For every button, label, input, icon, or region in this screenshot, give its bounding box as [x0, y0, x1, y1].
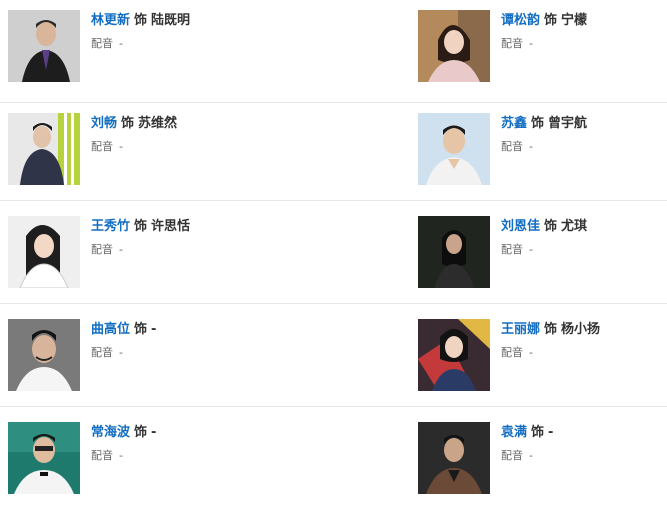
cast-info: 刘恩佳饰尤琪 配音 - [501, 218, 587, 258]
as-label: 饰 [531, 116, 545, 131]
as-label: 饰 [134, 425, 148, 440]
cast-card: 谭松韵饰宁檬 配音 - [418, 10, 667, 82]
cast-info: 王秀竹饰许思恬 配音 - [91, 218, 190, 258]
actor-name-link[interactable]: 王丽娜 [501, 322, 540, 337]
dub-value: - [119, 243, 123, 256]
cast-card: 刘恩佳饰尤琪 配音 - [418, 216, 667, 288]
dub-value: - [119, 37, 123, 50]
actor-photo[interactable] [8, 10, 80, 82]
role-name: 苏维然 [138, 116, 178, 131]
cast-info: 苏鑫饰曾宇航 配音 - [501, 115, 587, 155]
cast-info: 袁满饰 - 配音 - [501, 424, 553, 464]
actor-photo[interactable] [8, 422, 80, 494]
actor-photo[interactable] [8, 216, 80, 288]
dub-label: 配音 [91, 37, 113, 50]
cast-card: 曲高位饰 - 配音 - [8, 319, 308, 391]
as-label: 饰 [544, 322, 558, 337]
role-name: 许思恬 [151, 219, 191, 234]
dub-label: 配音 [501, 243, 523, 256]
actor-photo[interactable] [418, 10, 490, 82]
as-label: 饰 [121, 116, 135, 131]
actor-name-link[interactable]: 曲高位 [91, 322, 130, 337]
cast-card: 林更新饰陆既明 配音 - [8, 10, 308, 82]
dub-label: 配音 [91, 140, 113, 153]
actor-name-link[interactable]: 刘畅 [91, 116, 117, 131]
dub-label: 配音 [91, 243, 113, 256]
cast-card: 常海波饰 - 配音 - [8, 422, 308, 494]
cast-list: 林更新饰陆既明 配音 - 谭松韵饰宁檬 配音 - 刘畅 饰 苏维然 配音 - 苏… [0, 0, 667, 506]
actor-name-link[interactable]: 王秀竹 [91, 219, 130, 234]
role-name: - [151, 425, 157, 440]
cast-row: 曲高位饰 - 配音 - 王丽娜饰杨小扬 配音 - [0, 304, 667, 407]
actor-name-link[interactable]: 苏鑫 [501, 116, 527, 131]
cast-card: 苏鑫饰曾宇航 配音 - [418, 113, 667, 185]
as-label: 饰 [134, 13, 148, 28]
cast-row: 王秀竹饰许思恬 配音 - 刘恩佳饰尤琪 配音 - [0, 201, 667, 304]
dub-value: - [529, 37, 533, 50]
actor-photo[interactable] [418, 216, 490, 288]
actor-photo[interactable] [418, 113, 490, 185]
cast-info: 刘畅饰苏维然 配音 - [91, 115, 177, 155]
actor-name-link[interactable]: 林更新 [91, 13, 130, 28]
dub-label: 配音 [501, 37, 523, 50]
dub-value: - [119, 449, 123, 462]
cast-row: 常海波饰 - 配音 - 袁满饰 - 配音 - [0, 407, 667, 506]
as-label: 饰 [531, 425, 545, 440]
role-name: 陆既明 [151, 13, 191, 28]
actor-name-link[interactable]: 袁满 [501, 425, 527, 440]
actor-photo[interactable] [8, 113, 80, 185]
cast-info: 谭松韵饰宁檬 配音 - [501, 12, 587, 52]
cast-row: 林更新饰陆既明 配音 - 谭松韵饰宁檬 配音 - [0, 0, 667, 103]
dub-label: 配音 [91, 346, 113, 359]
dub-value: - [119, 140, 123, 153]
dub-value: - [119, 346, 123, 359]
dub-label: 配音 [501, 449, 523, 462]
dub-label: 配音 [91, 449, 113, 462]
role-name: - [151, 322, 157, 337]
dub-label: 配音 [501, 140, 523, 153]
role-name: 曾宇航 [548, 116, 588, 131]
dub-label: 配音 [501, 346, 523, 359]
actor-photo[interactable] [418, 422, 490, 494]
dub-value: - [529, 140, 533, 153]
cast-card: 刘畅饰苏维然 配音 - [8, 113, 308, 185]
role-name: - [548, 425, 554, 440]
as-label: 饰 [134, 219, 148, 234]
actor-name-link[interactable]: 常海波 [91, 425, 130, 440]
cast-info: 林更新饰陆既明 配音 - [91, 12, 190, 52]
cast-info: 常海波饰 - 配音 - [91, 424, 156, 464]
cast-info: 王丽娜饰杨小扬 配音 - [501, 321, 600, 361]
cast-card: 袁满饰 - 配音 - [418, 422, 667, 494]
cast-card: 王秀竹饰许思恬 配音 - [8, 216, 308, 288]
dub-value: - [529, 346, 533, 359]
role-name: 尤琪 [561, 219, 588, 234]
role-name: 宁檬 [561, 13, 588, 28]
cast-row: 刘畅饰苏维然 配音 - 苏鑫饰曾宇航 配音 - [0, 98, 667, 201]
actor-name-link[interactable]: 谭松韵 [501, 13, 540, 28]
cast-info: 曲高位饰 - 配音 - [91, 321, 156, 361]
actor-photo[interactable] [8, 319, 80, 391]
as-label: 饰 [544, 13, 558, 28]
as-label: 饰 [134, 322, 148, 337]
dub-value: - [529, 449, 533, 462]
actor-name-link[interactable]: 刘恩佳 [501, 219, 540, 234]
dub-value: - [529, 243, 533, 256]
actor-photo[interactable] [418, 319, 490, 391]
cast-card: 王丽娜饰杨小扬 配音 - [418, 319, 667, 391]
role-name: 杨小扬 [561, 322, 601, 337]
as-label: 饰 [544, 219, 558, 234]
